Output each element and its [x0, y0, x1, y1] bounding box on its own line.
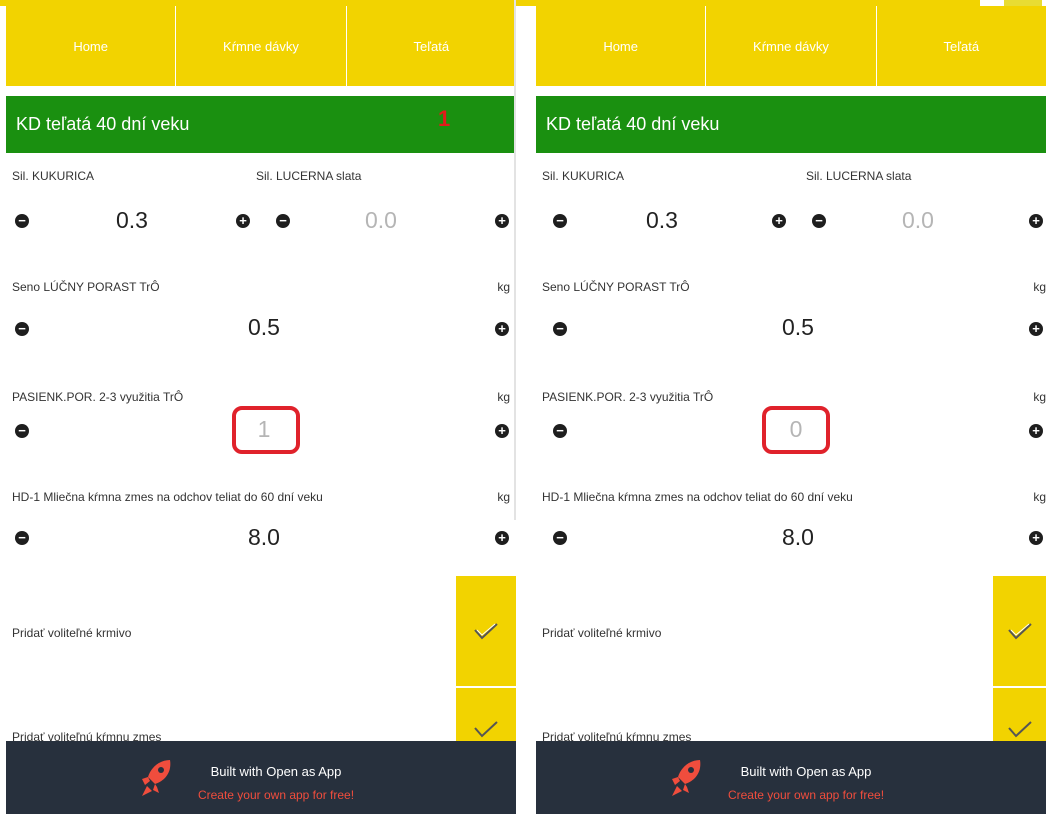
unit-label: kg — [497, 280, 510, 294]
minus-circle-icon[interactable]: − — [553, 424, 567, 438]
check-icon — [1007, 721, 1032, 738]
check-icon — [474, 721, 498, 738]
feed-label-sil-lucerna: Sil. LUCERNA slata — [806, 169, 912, 183]
promo-bar[interactable]: Built with Open as App Create your own a… — [6, 741, 516, 814]
app-screen-left: Home Kŕmne dávky Teľatá KD teľatá 40 dní… — [6, 6, 516, 814]
plus-circle-icon[interactable]: + — [1029, 531, 1043, 545]
tab-krmne-davky[interactable]: Kŕmne dávky — [706, 6, 877, 86]
quantity-value-sil-lucerna: 0.0 — [902, 207, 934, 233]
plus-circle-icon[interactable]: + — [495, 531, 509, 545]
feed-label-pasienk: PASIENK.POR. 2-3 využitia TrÔ — [12, 390, 184, 404]
ration-title: KD teľatá 40 dní veku — [546, 114, 720, 134]
plus-circle-icon[interactable]: + — [495, 424, 509, 438]
minus-circle-icon[interactable]: − — [276, 214, 290, 228]
quantity-value-seno: 0.5 — [782, 314, 814, 340]
feed-label-hd1: HD-1 Mliečna kŕmna zmes na odchov teliat… — [542, 490, 853, 504]
plus-circle-icon[interactable]: + — [1029, 424, 1043, 438]
add-optional-feed-label: Pridať voliteľné krmivo — [542, 626, 662, 640]
feed-label-sil-lucerna: Sil. LUCERNA slata — [256, 169, 362, 183]
minus-circle-icon[interactable]: − — [15, 214, 29, 228]
tab-krmne-davky[interactable]: Kŕmne dávky — [176, 6, 347, 86]
unit-label: kg — [1033, 390, 1046, 404]
feed-label-sil-kukurica: Sil. KUKURICA — [12, 169, 95, 183]
promo-link[interactable]: Create your own app for free! — [536, 788, 1046, 802]
plus-circle-icon[interactable]: + — [495, 322, 509, 336]
quantity-value-seno: 0.5 — [248, 314, 280, 340]
feed-label-seno: Seno LÚČNY PORAST TrÔ — [12, 280, 160, 294]
plus-circle-icon[interactable]: + — [495, 214, 509, 228]
top-nav: Home Kŕmne dávky Teľatá — [6, 6, 516, 86]
add-optional-mix-button[interactable] — [993, 688, 1046, 743]
feed-label-hd1: HD-1 Mliečna kŕmna zmes na odchov teliat… — [12, 490, 323, 504]
feed-label-pasienk: PASIENK.POR. 2-3 využitia TrÔ — [542, 390, 714, 404]
tab-telata[interactable]: Teľatá — [877, 6, 1046, 86]
quantity-value-hd1: 8.0 — [782, 524, 814, 550]
tab-home[interactable]: Home — [6, 6, 177, 86]
check-icon — [1007, 623, 1032, 640]
quantity-input-pasienk[interactable]: 1 — [224, 416, 304, 443]
add-optional-feed-label: Pridať voliteľné krmivo — [12, 626, 132, 640]
quantity-value-sil-kukurica: 0.3 — [116, 207, 148, 233]
ration-title: KD teľatá 40 dní veku — [16, 114, 190, 134]
unit-label: kg — [1033, 280, 1046, 294]
promo-title: Built with Open as App — [740, 764, 872, 779]
unit-label: kg — [1033, 490, 1046, 504]
plus-circle-icon[interactable]: + — [1029, 322, 1043, 336]
promo-title: Built with Open as App — [210, 764, 342, 779]
plus-circle-icon[interactable]: + — [1029, 214, 1043, 228]
add-optional-feed-button[interactable] — [993, 576, 1046, 686]
minus-circle-icon[interactable]: − — [812, 214, 826, 228]
quantity-value-hd1: 8.0 — [248, 524, 280, 550]
tab-home[interactable]: Home — [536, 6, 707, 86]
minus-circle-icon[interactable]: − — [15, 531, 29, 545]
plus-circle-icon[interactable]: + — [772, 214, 786, 228]
minus-circle-icon[interactable]: − — [553, 531, 567, 545]
add-optional-mix-button[interactable] — [456, 688, 516, 743]
unit-label: kg — [497, 390, 510, 404]
plus-circle-icon[interactable]: + — [236, 214, 250, 228]
feed-label-sil-kukurica: Sil. KUKURICA — [542, 169, 625, 183]
minus-circle-icon[interactable]: − — [553, 214, 567, 228]
feed-label-seno: Seno LÚČNY PORAST TrÔ — [542, 280, 690, 294]
app-screen-right: Home Kŕmne dávky Teľatá KD teľatá 40 dní… — [536, 6, 1046, 814]
quantity-value-sil-lucerna: 0.0 — [365, 207, 397, 233]
promo-bar[interactable]: Built with Open as App Create your own a… — [536, 741, 1046, 814]
unit-label: kg — [497, 490, 510, 504]
minus-circle-icon[interactable]: − — [553, 322, 567, 336]
promo-link[interactable]: Create your own app for free! — [6, 788, 516, 802]
step-badge: 1 — [438, 106, 451, 131]
add-optional-feed-button[interactable] — [456, 576, 516, 686]
ration-banner: KD teľatá 40 dní veku 1 — [6, 96, 516, 153]
ration-banner: KD teľatá 40 dní veku — [536, 96, 1046, 153]
minus-circle-icon[interactable]: − — [15, 322, 29, 336]
quantity-value-sil-kukurica: 0.3 — [646, 207, 678, 233]
top-nav: Home Kŕmne dávky Teľatá — [536, 6, 1046, 86]
scroll-divider — [514, 0, 516, 520]
check-icon — [474, 623, 498, 640]
quantity-input-pasienk[interactable]: 0 — [756, 416, 836, 443]
tab-telata[interactable]: Teľatá — [347, 6, 516, 86]
minus-circle-icon[interactable]: − — [15, 424, 29, 438]
